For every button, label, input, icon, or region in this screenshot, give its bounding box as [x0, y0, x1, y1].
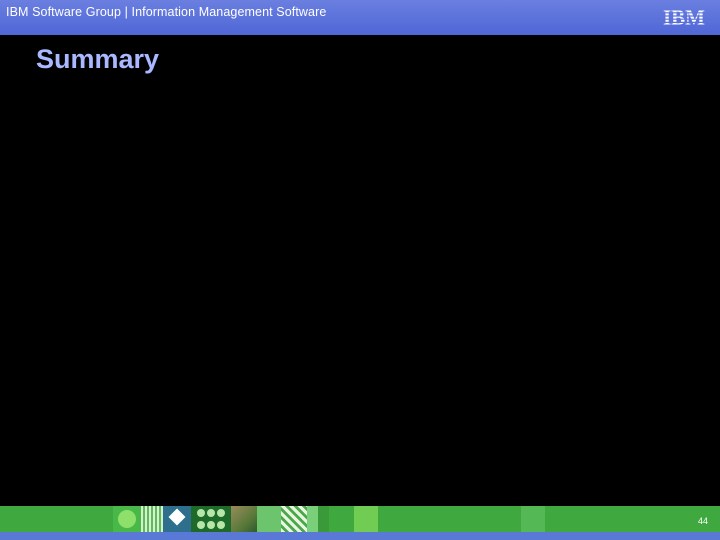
header-bar: IBM Software Group | Information Managem…: [0, 0, 720, 35]
ibm-logo: IBM: [663, 6, 705, 28]
slide-title: Summary: [36, 44, 160, 74]
footer-decoration-tile: [191, 506, 231, 532]
footer-bottom-strip: [0, 532, 720, 540]
footer-decoration-tile: [118, 510, 136, 528]
footer-decoration-tile: [231, 506, 257, 532]
footer-decoration-tile: [257, 506, 281, 532]
page-number: 44: [697, 516, 708, 526]
footer-bar: 44: [0, 506, 720, 532]
header-title: IBM Software Group | Information Managem…: [6, 5, 327, 19]
footer-decoration-tile: [354, 506, 378, 532]
footer-decoration-tile: [521, 506, 545, 532]
footer-decoration-tile: [141, 506, 163, 532]
slide-content-area: [0, 90, 720, 505]
footer-decoration-tile: [281, 506, 307, 532]
footer-decoration-tile: [307, 506, 329, 532]
svg-text:IBM: IBM: [663, 6, 705, 28]
footer-decoration-tile: [163, 506, 191, 532]
